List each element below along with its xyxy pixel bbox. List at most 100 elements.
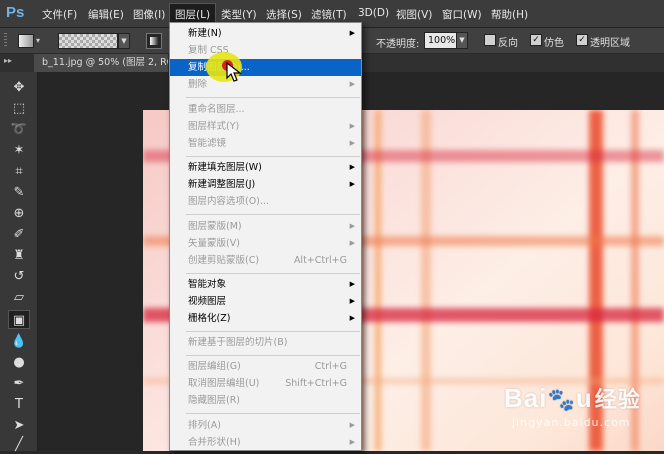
photoshop-logo: Ps [6, 4, 25, 21]
layer-menu-combine-shapes[interactable]: 合并形状(H) ▶ [170, 434, 361, 450]
menu-item-label: 图层蒙版(M) [188, 221, 242, 232]
layer-menu-clipping-mask[interactable]: 创建剪贴蒙版(C) Alt+Ctrl+G [170, 252, 361, 269]
rectangular-marquee-icon[interactable]: ⬚ [8, 99, 30, 118]
paw-icon: 🐾 [547, 387, 576, 412]
type-icon[interactable]: T [8, 395, 30, 414]
layer-menu-vector-mask[interactable]: 矢量蒙版(V) ▶ [170, 235, 361, 252]
menu-separator [186, 331, 360, 332]
menu-3d[interactable]: 3D(D) [358, 7, 389, 19]
layer-menu-smart-object[interactable]: 智能对象 ▶ [170, 276, 361, 293]
menu-separator [186, 273, 360, 274]
collapse-panel-icon[interactable]: ▸▸ [4, 56, 12, 65]
path-selection-icon[interactable]: ➤ [8, 416, 30, 435]
submenu-arrow-icon: ▶ [349, 122, 355, 130]
menu-item-label: 新建(N) [188, 28, 222, 39]
gradient-picker-dropdown[interactable]: ▼ [118, 33, 130, 49]
layer-menu-video-layers[interactable]: 视频图层 ▶ [170, 293, 361, 310]
menu-separator [186, 156, 360, 157]
pen-icon[interactable]: ✒ [8, 374, 30, 393]
dither-checkbox[interactable]: ✓ [530, 34, 542, 46]
gradient-editor-swatch[interactable] [58, 33, 118, 49]
menu-item-label: 排列(A) [188, 420, 221, 431]
watermark-brand: Bai [504, 383, 548, 413]
opacity-input[interactable]: 100% [424, 32, 459, 49]
reverse-checkbox[interactable] [484, 34, 496, 46]
magic-wand-icon[interactable]: ✶ [8, 141, 30, 160]
brush-icon[interactable]: ✐ [8, 225, 30, 244]
gradient-tool-icon[interactable]: ▣ [8, 310, 30, 329]
line-tool-icon[interactable]: ╱ [8, 435, 30, 454]
submenu-arrow-icon: ▶ [349, 239, 355, 247]
submenu-arrow-icon: ▶ [349, 163, 355, 171]
transparency-checkbox[interactable]: ✓ [576, 34, 588, 46]
submenu-arrow-icon: ▶ [349, 180, 355, 188]
menu-select[interactable]: 选择(S) [266, 7, 302, 22]
layer-menu-ungroup-layers[interactable]: 取消图层编组(U) Shift+Ctrl+G [170, 375, 361, 392]
layer-menu-dropdown: 新建(N) ▶ 复制 CSS 复制图层(D)... 删除 ▶ 重命名图层... … [169, 22, 362, 451]
reverse-label: 反向 [498, 38, 518, 49]
submenu-arrow-icon: ▶ [349, 314, 355, 322]
menu-view[interactable]: 视图(V) [396, 7, 432, 22]
layer-menu-new-layer-slice[interactable]: 新建基于图层的切片(B) [170, 334, 361, 351]
submenu-arrow-icon: ▶ [349, 421, 355, 429]
options-bar-grip[interactable] [4, 33, 7, 48]
layer-menu-rasterize[interactable]: 栅格化(Z) ▶ [170, 310, 361, 327]
menu-file[interactable]: 文件(F) [42, 7, 77, 22]
layer-menu-hide-layers[interactable]: 隐藏图层(R) [170, 392, 361, 409]
layer-menu-content-options[interactable]: 图层内容选项(O)... [170, 193, 361, 210]
layer-menu-new[interactable]: 新建(N) ▶ [170, 25, 361, 42]
chevron-down-icon[interactable]: ▾ [36, 36, 40, 45]
tool-preset-picker[interactable] [18, 34, 34, 48]
menu-separator [186, 214, 360, 215]
menu-item-label: 创建剪贴蒙版(C) [188, 255, 260, 266]
opacity-dropdown[interactable]: ▼ [456, 32, 468, 49]
menu-item-label: 视频图层 [188, 296, 227, 307]
lasso-icon[interactable]: ➰ [8, 120, 30, 139]
spot-healing-brush-icon[interactable]: ⊕ [8, 204, 30, 223]
menu-item-shortcut: Alt+Ctrl+G [293, 255, 347, 266]
layer-menu-layer-style[interactable]: 图层样式(Y) ▶ [170, 118, 361, 135]
crop-icon[interactable]: ⌗ [8, 162, 30, 181]
menu-item-label: 图层编组(G) [188, 361, 241, 372]
watermark-url: jingyan.baidu.com [512, 416, 631, 429]
menu-item-label: 矢量蒙版(V) [188, 238, 240, 249]
menu-item-label: 图层样式(Y) [188, 121, 240, 132]
layer-menu-delete[interactable]: 删除 ▶ [170, 76, 361, 93]
layer-menu-layer-mask[interactable]: 图层蒙版(M) ▶ [170, 218, 361, 235]
layer-menu-copy-css[interactable]: 复制 CSS [170, 42, 361, 59]
menu-item-shortcut: Ctrl+G [314, 361, 347, 372]
eraser-icon[interactable]: ▱ [8, 288, 30, 307]
transparency-label: 透明区域 [590, 38, 630, 49]
menu-image[interactable]: 图像(I) [133, 7, 165, 22]
layer-menu-arrange[interactable]: 排列(A) ▶ [170, 417, 361, 434]
eyedropper-icon[interactable]: ✎ [8, 183, 30, 202]
menu-item-label: 合并形状(H) [188, 437, 241, 448]
clone-stamp-icon[interactable]: ♜ [8, 246, 30, 265]
layer-menu-new-fill-layer[interactable]: 新建填充图层(W) ▶ [170, 159, 361, 176]
layer-menu-group-layers[interactable]: 图层编组(G) Ctrl+G [170, 358, 361, 375]
menu-help[interactable]: 帮助(H) [491, 7, 528, 22]
menu-edit[interactable]: 编辑(E) [88, 7, 124, 22]
document-tab[interactable]: b_11.jpg @ 50% (图层 2, RGB/8) [34, 54, 168, 72]
history-brush-icon[interactable]: ↺ [8, 267, 30, 286]
menu-item-label: 删除 [188, 79, 208, 90]
menu-separator [186, 97, 360, 98]
layer-menu-smart-filter[interactable]: 智能滤镜 ▶ [170, 135, 361, 152]
menu-item-label: 重命名图层... [188, 104, 245, 115]
layer-menu-new-adjustment-layer[interactable]: 新建调整图层(J) ▶ [170, 176, 361, 193]
menu-type[interactable]: 类型(Y) [221, 7, 257, 22]
linear-gradient-button[interactable] [146, 33, 162, 49]
blur-icon[interactable]: 💧 [8, 332, 30, 351]
layer-menu-rename[interactable]: 重命名图层... [170, 101, 361, 118]
submenu-arrow-icon: ▶ [349, 80, 355, 88]
baidu-jingyan-watermark: Bai🐾u经验 [504, 382, 641, 414]
menu-filter[interactable]: 滤镜(T) [311, 7, 347, 22]
menu-window[interactable]: 窗口(W) [442, 7, 482, 22]
layer-menu-duplicate-layer[interactable]: 复制图层(D)... [170, 59, 361, 76]
menu-item-label: 取消图层编组(U) [188, 378, 260, 389]
dodge-icon[interactable]: ● [8, 353, 30, 372]
menu-item-label: 图层内容选项(O)... [188, 196, 269, 207]
menu-separator [186, 355, 360, 356]
dither-label: 仿色 [544, 38, 564, 49]
move-tool-icon[interactable]: ✥ [8, 78, 30, 97]
